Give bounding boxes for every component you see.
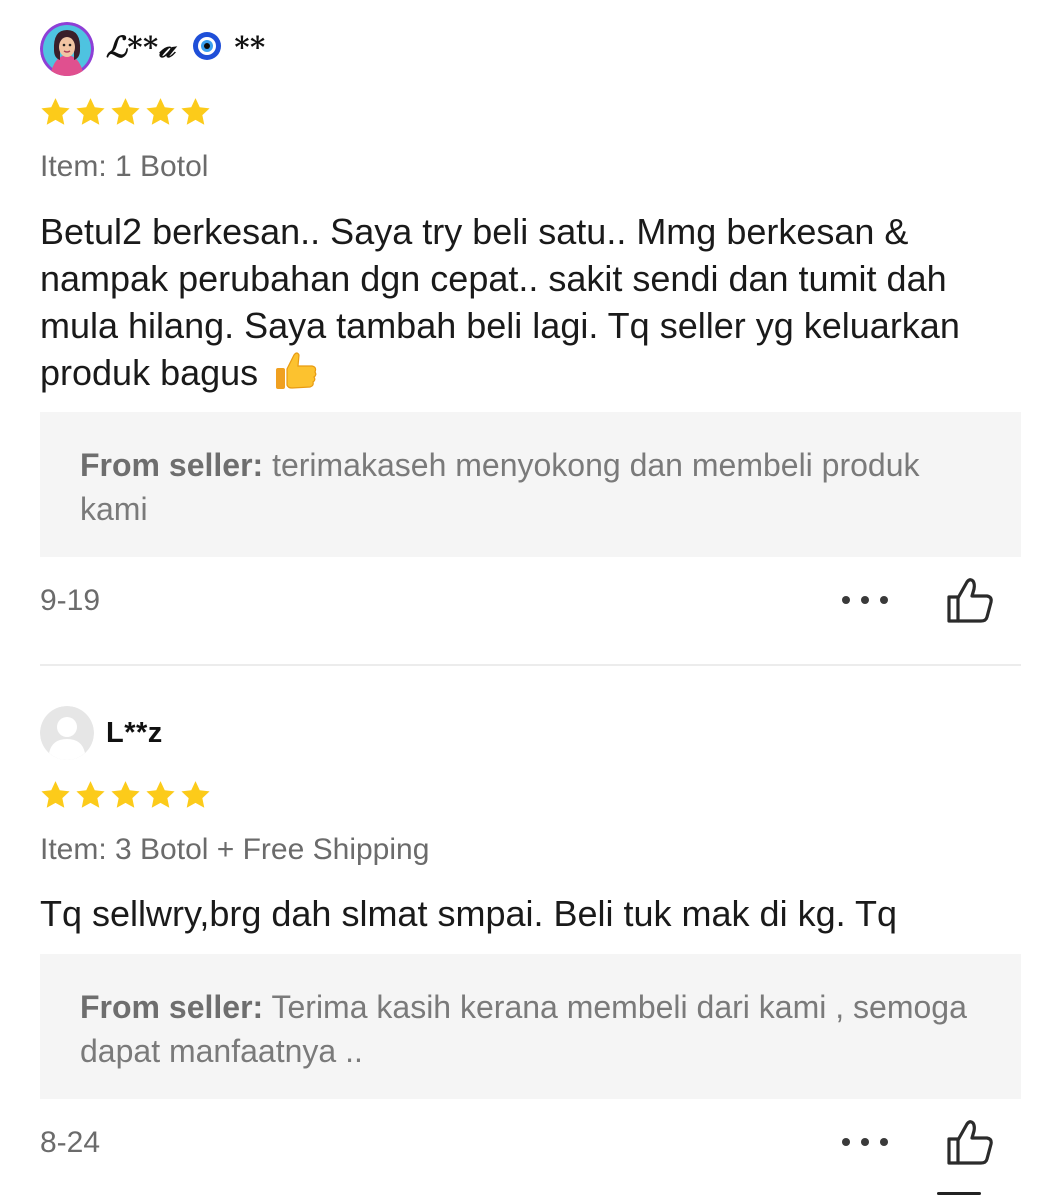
review-footer: 8-24 xyxy=(40,1118,1021,1168)
review-text: Betul2 berkesan.. Saya try beli satu.. M… xyxy=(40,208,1015,402)
more-dots-icon xyxy=(842,1138,850,1146)
star-icon xyxy=(40,780,71,810)
more-dots-icon xyxy=(880,1138,888,1146)
star-icon xyxy=(145,780,176,810)
review-card: L**z Item: 3 Botol + Free Shipping Tq se… xyxy=(40,667,1021,1200)
more-dots-icon xyxy=(880,596,888,604)
seller-reply: From seller: Terima kasih kerana membeli… xyxy=(40,954,1021,1099)
more-options-button[interactable] xyxy=(842,588,888,612)
more-dots-icon xyxy=(861,1138,869,1146)
seller-reply-label: From seller: xyxy=(80,447,264,483)
seller-reply-label: From seller: xyxy=(80,989,264,1025)
reviewer-name: L**z xyxy=(106,716,163,749)
review-text-body: Betul2 berkesan.. Saya try beli satu.. M… xyxy=(40,211,960,393)
thumbs-up-outline-icon xyxy=(947,1120,993,1165)
more-options-button[interactable] xyxy=(842,1130,888,1154)
seller-reply: From seller: terimakaseh menyokong dan m… xyxy=(40,412,1021,557)
more-dots-icon xyxy=(842,596,850,604)
item-variant: Item: 3 Botol + Free Shipping xyxy=(40,833,430,866)
review-footer: 9-19 xyxy=(40,576,1021,626)
scroll-edge-indicator xyxy=(937,1192,981,1195)
star-rating xyxy=(40,780,211,810)
reviewer-row: L**z xyxy=(40,706,163,760)
star-icon xyxy=(75,97,106,127)
star-icon xyxy=(75,780,106,810)
star-icon xyxy=(40,97,71,127)
reviewer-name: ℒ**𝒶 ** xyxy=(106,30,266,68)
reviewer-name-prefix: ℒ**𝒶 xyxy=(106,30,176,65)
divider xyxy=(40,664,1021,666)
thumbs-up-emoji xyxy=(274,351,318,402)
star-icon xyxy=(110,780,141,810)
avatar[interactable] xyxy=(40,22,94,76)
item-variant: Item: 1 Botol xyxy=(40,150,209,183)
star-rating xyxy=(40,97,211,127)
thumbs-up-outline-icon xyxy=(947,578,993,623)
reviewer-row: ℒ**𝒶 ** xyxy=(40,22,266,76)
like-button[interactable] xyxy=(945,1118,995,1168)
review-text: Tq sellwry,brg dah slmat smpai. Beli tuk… xyxy=(40,893,897,934)
review-date: 9-19 xyxy=(40,584,101,617)
star-icon xyxy=(180,780,211,810)
star-icon xyxy=(110,97,141,127)
reviewer-name-suffix: ** xyxy=(234,30,266,65)
review-date: 8-24 xyxy=(40,1126,101,1159)
more-dots-icon xyxy=(861,596,869,604)
evil-eye-emoji xyxy=(192,31,222,68)
star-icon xyxy=(145,97,176,127)
avatar[interactable] xyxy=(40,706,94,760)
review-card: ℒ**𝒶 ** Item: 1 Botol Betul2 berkesan.. … xyxy=(40,0,1021,666)
like-button[interactable] xyxy=(945,576,995,626)
star-icon xyxy=(180,97,211,127)
